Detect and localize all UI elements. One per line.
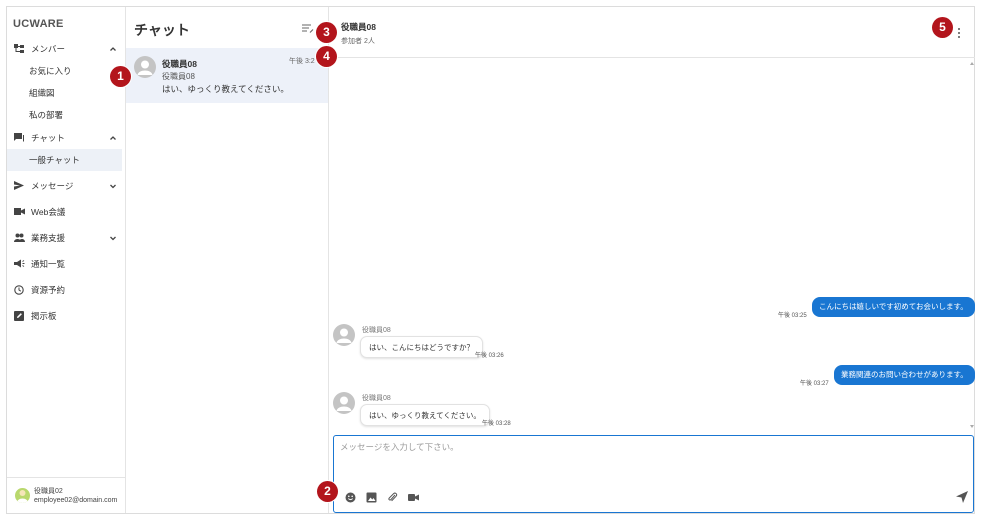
- chevron-up-icon[interactable]: [108, 133, 118, 143]
- sidebar-item-my-department[interactable]: 私の部署: [7, 104, 125, 126]
- send-icon: [13, 180, 25, 192]
- annotation-badge-4: 4: [316, 46, 337, 67]
- avatar: [134, 56, 156, 78]
- send-icon[interactable]: [956, 491, 968, 503]
- chat-room-name: 役職員08: [162, 59, 197, 69]
- user-email: employee02@domain.com: [34, 497, 118, 504]
- sidebar-item-label: メンバー: [31, 43, 66, 54]
- edit-note-icon: [13, 310, 25, 322]
- chat-room-item[interactable]: 役職員08 役職員08 はい、ゆっくり教えてください。 午後 3:2: [126, 48, 328, 103]
- attach-icon[interactable]: [386, 491, 398, 503]
- sidebar-item-label: Web会議: [31, 206, 66, 217]
- more-vert-icon[interactable]: [956, 27, 962, 39]
- chevron-up-icon[interactable]: [108, 44, 118, 54]
- sidebar-item-messages[interactable]: メッセージ: [7, 174, 125, 197]
- message-bubble-outgoing: こんにちは嬉しいです初めてお会いします。: [812, 297, 975, 317]
- message-composer: [333, 435, 974, 513]
- emoji-icon[interactable]: [344, 491, 356, 503]
- annotation-badge-3: 3: [316, 22, 337, 43]
- video-icon[interactable]: [407, 491, 419, 503]
- sidebar-item-business-support[interactable]: 業務支援: [7, 226, 125, 249]
- chat-header: 役職員08 参加者 2人: [329, 7, 975, 58]
- annotation-badge-2: 2: [317, 481, 338, 502]
- chevron-down-icon[interactable]: [108, 233, 118, 243]
- chat-title: 役職員08: [341, 22, 376, 32]
- chat-icon: [13, 132, 25, 144]
- sidebar-item-org-chart[interactable]: 組織図: [7, 82, 125, 104]
- participant-count: 参加者 2人: [341, 38, 375, 45]
- sidebar-item-label: メッセージ: [31, 180, 74, 191]
- chevron-down-icon[interactable]: [108, 181, 118, 191]
- message-time: 午後 03:27: [800, 381, 829, 387]
- annotation-badge-5: 5: [932, 17, 953, 38]
- sidebar-item-bulletin-board[interactable]: 掲示板: [7, 304, 125, 327]
- sidebar-item-general-chat[interactable]: 一般チャット: [7, 149, 122, 171]
- annotation-badge-1: 1: [110, 66, 131, 87]
- avatar: [333, 392, 355, 414]
- megaphone-icon: [13, 258, 25, 270]
- sidebar-item-resource-booking[interactable]: 資源予約: [7, 278, 125, 301]
- chat-list-title: チャット: [134, 22, 190, 38]
- people-icon: [13, 232, 25, 244]
- sidebar-item-notifications[interactable]: 通知一覧: [7, 252, 125, 275]
- chat-room-last-message: はい、ゆっくり教えてください。: [162, 84, 289, 94]
- sidebar: UCWARE メンバー お気に入り 組織図 私の部署 チャット 一般チャット メ…: [7, 7, 126, 513]
- chat-room-members: 役職員08: [162, 72, 195, 81]
- chat-list-panel: チャット 役職員08 役職員08 はい、ゆっくり教えてください。 午後 3:2: [126, 7, 329, 513]
- user-name: 役職員02: [34, 488, 63, 495]
- avatar: [333, 324, 355, 346]
- scroll-up-arrow-icon[interactable]: [970, 62, 974, 65]
- clock-icon: [13, 284, 25, 296]
- message-sender: 役職員08: [362, 327, 391, 334]
- sidebar-item-label: 資源予約: [31, 284, 66, 295]
- message-bubble-outgoing: 業務関連のお問い合わせがあります。: [834, 365, 975, 385]
- sidebar-item-label: 通知一覧: [31, 258, 66, 269]
- image-icon[interactable]: [365, 491, 377, 503]
- filter-icon[interactable]: [302, 24, 314, 34]
- brand-logo: UCWARE: [13, 18, 64, 30]
- chat-room-time: 午後 3:2: [289, 58, 315, 65]
- sidebar-item-label: チャット: [31, 132, 65, 143]
- message-bubble-incoming: はい、ゆっくり教えてください。: [360, 404, 490, 426]
- sidebar-item-members[interactable]: メンバー: [7, 37, 125, 60]
- sidebar-item-chat[interactable]: チャット: [7, 126, 125, 149]
- message-time: 午後 03:25: [778, 313, 807, 319]
- sidebar-item-web-meeting[interactable]: Web会議: [7, 200, 125, 223]
- message-time: 午後 03:28: [482, 421, 511, 427]
- scroll-down-arrow-icon[interactable]: [970, 425, 974, 428]
- message-time: 午後 03:26: [475, 353, 504, 359]
- avatar: [15, 488, 30, 503]
- user-profile[interactable]: 役職員02 employee02@domain.com: [7, 477, 125, 513]
- sidebar-item-favorites[interactable]: お気に入り: [7, 60, 125, 82]
- video-camera-icon: [13, 206, 25, 218]
- app-window: UCWARE メンバー お気に入り 組織図 私の部署 チャット 一般チャット メ…: [6, 6, 975, 514]
- sidebar-item-label: 業務支援: [31, 232, 66, 243]
- sidebar-nav: メンバー お気に入り 組織図 私の部署 チャット 一般チャット メッセージ We…: [7, 37, 125, 327]
- message-sender: 役職員08: [362, 395, 391, 402]
- message-input[interactable]: [340, 441, 960, 481]
- org-tree-icon: [13, 43, 25, 55]
- sidebar-item-label: 掲示板: [31, 310, 57, 321]
- message-bubble-incoming: はい、こんにちはどうですか？: [360, 336, 483, 358]
- chat-pane: 役職員08 参加者 2人 午後 03:25 こんにちは嬉しいです初めてお会いしま…: [329, 7, 975, 513]
